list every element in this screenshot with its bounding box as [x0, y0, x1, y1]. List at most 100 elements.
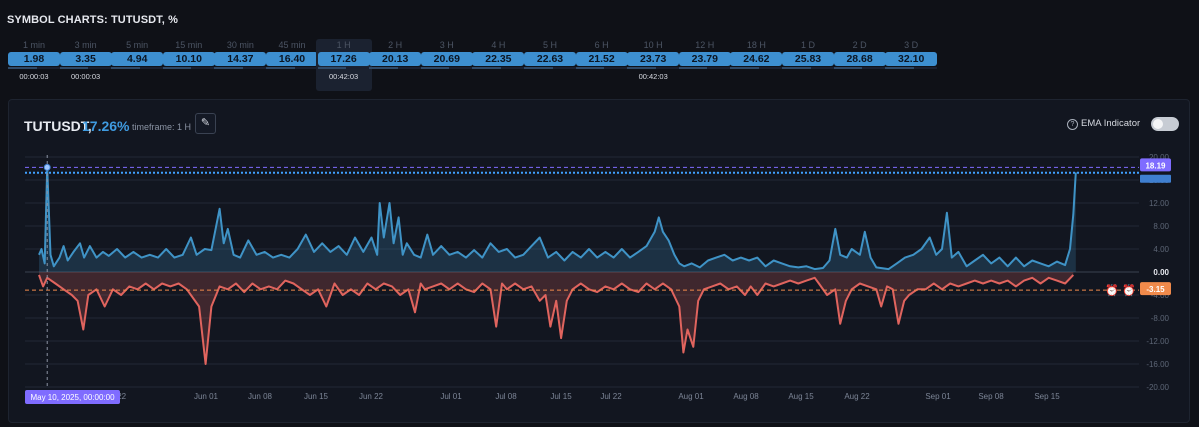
timeframe-value[interactable]: 16.40: [266, 52, 318, 66]
x-tick-label: Jul 15: [550, 392, 572, 401]
timeframe-12-h[interactable]: 12 H 23.79: [677, 39, 733, 91]
timeframe-progress: [369, 67, 422, 69]
alarm-add-icon[interactable]: ⏰: [1105, 283, 1119, 297]
timeframe-value[interactable]: 23.79: [678, 52, 731, 66]
timeframe-value[interactable]: 14.37: [214, 52, 267, 66]
timeframe-45-min[interactable]: 45 min 16.40: [264, 39, 320, 91]
timeframe-value[interactable]: 20.13: [369, 52, 422, 66]
timeframe-label: 12 H: [695, 40, 715, 50]
y-tick-label: 4.00: [1153, 245, 1169, 254]
timeframe-timer: 00:42:03: [638, 72, 668, 81]
timeframe-value[interactable]: 10.10: [162, 52, 215, 66]
y-tick-label: 12.00: [1149, 199, 1170, 208]
y-tick-label: 8.00: [1153, 222, 1169, 231]
timeframe-3-d[interactable]: 3 D 32.10: [883, 39, 939, 91]
timeframe-progress-fill: [369, 67, 398, 69]
timeframe-1-d[interactable]: 1 D 25.83: [780, 39, 836, 91]
x-tick-label: Sep 01: [925, 392, 951, 401]
timeframe-value[interactable]: 24.62: [730, 52, 783, 66]
timeframe-value[interactable]: 22.63: [524, 52, 576, 66]
x-tick-label: Aug 08: [733, 392, 759, 401]
x-tick-label: Jul 08: [495, 392, 517, 401]
timeframe-progress: [885, 67, 938, 69]
timeframe-label: 5 min: [126, 40, 149, 50]
current-value-marker: [1140, 174, 1171, 183]
timeframe-value[interactable]: 28.68: [833, 52, 886, 66]
crosshair-date-label: May 10, 2025, 00:00:00: [30, 393, 115, 402]
timeframe-timer: 00:00:03: [19, 72, 49, 81]
timeframe-progress-fill: [524, 67, 553, 69]
y-tick-label: -12.00: [1146, 337, 1169, 346]
timeframe-10-h[interactable]: 10 H 23.73 00:42:03: [625, 39, 681, 91]
timeframe-value[interactable]: 25.83: [782, 52, 834, 66]
timeframe-value[interactable]: 32.10: [885, 52, 938, 66]
timeframe-value[interactable]: 20.69: [420, 52, 473, 66]
timeframe-progress-fill: [266, 67, 295, 69]
timeframe-3-h[interactable]: 3 H 20.69: [419, 39, 475, 91]
timeframe-progress: [266, 67, 318, 69]
x-tick-label: Aug 01: [678, 392, 704, 401]
timeframe-label: 6 H: [594, 40, 609, 50]
timeframe-label: 18 H: [746, 40, 766, 50]
timeframe-5-min[interactable]: 5 min 4.94: [109, 39, 165, 91]
timeframe-progress: [730, 67, 783, 69]
chart-svg[interactable]: 20.0016.0012.008.004.000.00-4.00-8.00-12…: [9, 100, 1189, 422]
timeframe-label: 5 H: [542, 40, 557, 50]
chart-panel: TUTUSDT, 17.26% timeframe: 1 H ✎ ? EMA I…: [8, 99, 1190, 423]
timeframe-progress-fill: [162, 67, 192, 69]
timeframe-15-min[interactable]: 15 min 10.10: [161, 39, 217, 91]
timeframe-timer: 00:42:03: [328, 72, 359, 81]
x-tick-label: Sep 08: [978, 392, 1004, 401]
timeframe-bar: 1 min 1.98 00:00:03 3 min 3.35 00:00:03 5 min 4…: [8, 39, 1188, 91]
positive-series-fill: [39, 167, 1076, 272]
timeframe-progress: [524, 67, 576, 69]
x-tick-label: Aug 22: [844, 392, 870, 401]
timeframe-progress-fill: [575, 67, 605, 69]
timeframe-value[interactable]: 3.35: [59, 52, 112, 66]
x-tick-label: Sep 15: [1034, 392, 1060, 401]
timeframe-progress-fill: [214, 67, 243, 69]
timeframe-value[interactable]: 1.98: [8, 52, 60, 66]
timeframe-value[interactable]: 21.52: [575, 52, 628, 66]
timeframe-6-h[interactable]: 6 H 21.52: [574, 39, 630, 91]
crosshair-point: [43, 163, 51, 171]
timeframe-progress-fill: [317, 67, 347, 69]
timeframe-progress: [782, 67, 834, 69]
timeframe-progress-fill: [472, 67, 501, 69]
timeframe-progress-fill: [678, 67, 708, 69]
y-tick-label: 0.00: [1153, 268, 1169, 277]
timeframe-progress: [833, 67, 886, 69]
timeframe-30-min[interactable]: 30 min 14.37: [212, 39, 268, 91]
timeframe-progress: [214, 67, 267, 69]
timeframe-18-h[interactable]: 18 H 24.62: [728, 39, 784, 91]
timeframe-progress: [627, 67, 680, 69]
timeframe-value[interactable]: 4.94: [111, 52, 164, 66]
timeframe-value[interactable]: 17.26: [317, 52, 370, 66]
y-tick-label: -20.00: [1146, 383, 1169, 392]
timeframe-value[interactable]: 23.73: [627, 52, 680, 66]
timeframe-progress-fill: [8, 67, 37, 69]
timeframe-progress-fill: [833, 67, 863, 69]
timeframe-1-min[interactable]: 1 min 1.98 00:00:03: [6, 39, 62, 91]
x-tick-label: Jul 01: [440, 392, 462, 401]
x-tick-label: Jun 01: [194, 392, 219, 401]
x-tick-label: Aug 15: [788, 392, 814, 401]
alarm-remove-icon[interactable]: ⏰: [1122, 283, 1136, 297]
timeframe-label: 10 H: [643, 40, 663, 50]
timeframe-1-h[interactable]: 1 H 17.26 00:42:03: [315, 39, 372, 91]
timeframe-2-d[interactable]: 2 D 28.68: [832, 39, 888, 91]
max-value-tag: 18.19: [1145, 161, 1166, 170]
timeframe-5-h[interactable]: 5 H 22.63: [522, 39, 578, 91]
timeframe-value[interactable]: 22.35: [472, 52, 525, 66]
timeframe-label: 1 min: [22, 40, 45, 50]
timeframe-3-min[interactable]: 3 min 3.35 00:00:03: [58, 39, 114, 91]
timeframe-label: 1 H: [336, 40, 351, 50]
timeframe-label: 2 H: [388, 40, 403, 50]
timeframe-2-h[interactable]: 2 H 20.13: [367, 39, 423, 91]
timeframe-progress: [8, 67, 60, 69]
x-tick-label: Jun 22: [359, 392, 384, 401]
timeframe-4-h[interactable]: 4 H 22.35: [470, 39, 526, 91]
timeframe-progress-fill: [885, 67, 914, 69]
timeframe-progress-fill: [420, 67, 450, 69]
timeframe-timer: 00:00:03: [70, 72, 101, 81]
